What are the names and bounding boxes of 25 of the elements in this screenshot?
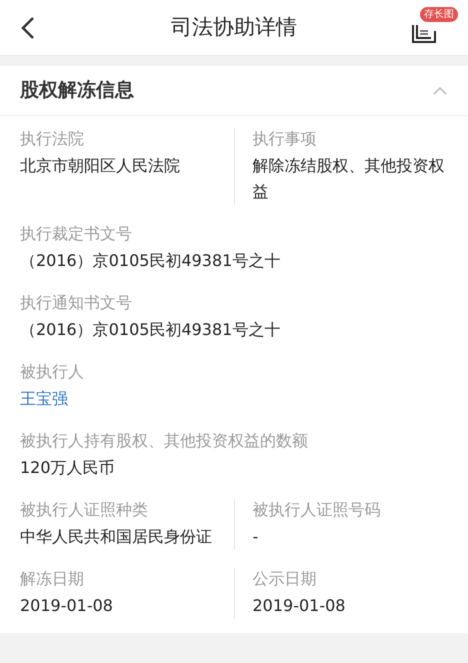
document-icon[interactable] xyxy=(412,25,436,43)
field-label: 被执行人证照号码 xyxy=(252,499,382,521)
field-value: （2016）京0105民初49381号之十 xyxy=(20,250,282,272)
back-icon[interactable] xyxy=(20,16,36,40)
field-label: 执行事项 xyxy=(252,128,318,150)
field-label: 被执行人持有股权、其他投资权益的数额 xyxy=(20,430,309,452)
field-value: 2019-01-08 xyxy=(252,595,346,617)
field-label: 执行裁定书文号 xyxy=(20,223,133,245)
field-value: - xyxy=(252,526,260,548)
field-value: 120万人民币 xyxy=(20,457,116,479)
section-title: 股权解冻信息 xyxy=(20,78,134,104)
field-label: 公示日期 xyxy=(252,568,318,590)
field-label: 被执行人 xyxy=(20,361,85,383)
field-value: （2016）京0105民初49381号之十 xyxy=(20,319,282,341)
field-value: 中华人民共和国居民身份证 xyxy=(20,526,213,548)
field-label: 被执行人证照种类 xyxy=(20,499,149,521)
save-image-badge[interactable]: 存长图 xyxy=(420,7,458,22)
person-link[interactable]: 王宝强 xyxy=(20,386,448,412)
field-value: 2019-01-08 xyxy=(20,595,114,617)
field-label: 执行法院 xyxy=(20,128,85,150)
field-label: 解冻日期 xyxy=(20,568,85,590)
field-value: 解除冻结股权、其他投资权益 xyxy=(252,155,446,203)
field-value: 北京市朝阳区人民法院 xyxy=(20,155,181,177)
field-label: 执行通知书文号 xyxy=(20,292,133,314)
page-title: 司法协助详情 xyxy=(171,14,297,41)
